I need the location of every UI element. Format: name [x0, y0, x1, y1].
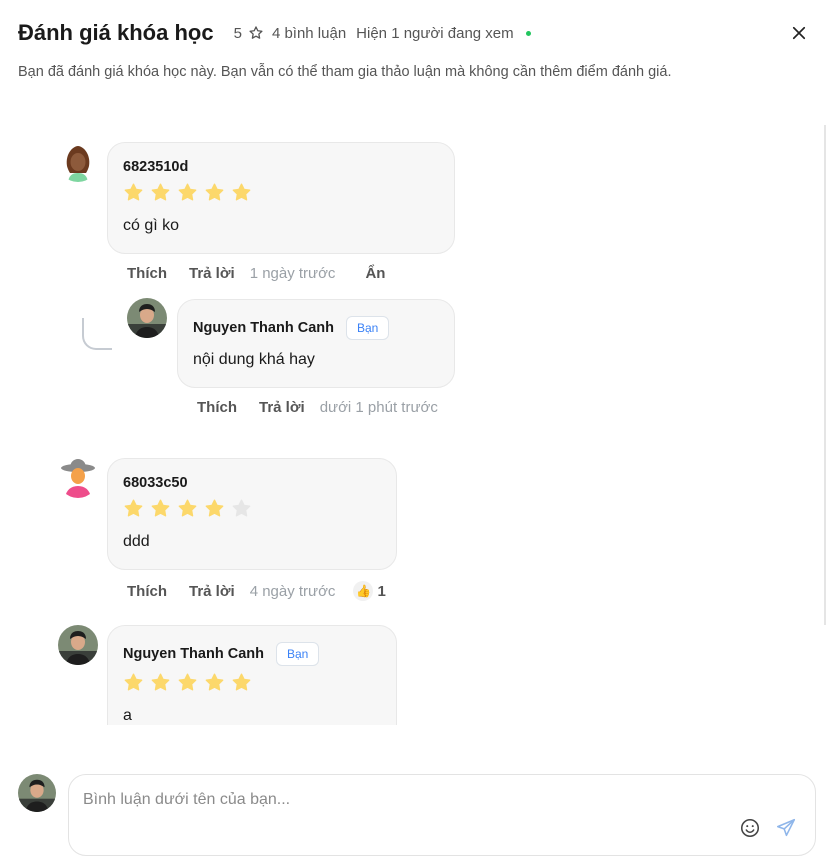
reply-actions: Thích Trả lời dưới 1 phút trước — [197, 399, 438, 416]
reply-button[interactable]: Trả lời — [189, 265, 235, 282]
star-rating — [123, 498, 252, 519]
star-filled-icon — [151, 673, 170, 691]
you-badge: Bạn — [346, 316, 390, 340]
star-filled-icon — [205, 183, 224, 201]
star-filled-icon — [178, 673, 197, 691]
review-meta: 5 4 bình luận Hiện 1 người đang xem — [234, 25, 531, 42]
comment-text: ddd — [123, 533, 150, 550]
star-filled-icon — [151, 183, 170, 201]
star-filled-icon — [178, 499, 197, 517]
star-outline-icon — [249, 26, 263, 39]
reply-text: nội dung khá hay — [193, 351, 315, 368]
avatar — [58, 142, 98, 182]
page-title: Đánh giá khóa học — [18, 20, 214, 45]
thread-connector — [82, 318, 112, 350]
comment-author[interactable]: 6823510d — [123, 159, 188, 175]
avatar — [58, 458, 98, 498]
star-rating — [123, 182, 252, 203]
star-filled-icon — [178, 183, 197, 201]
comment-composer — [68, 774, 816, 856]
star-filled-icon — [124, 499, 143, 517]
reply-button[interactable]: Trả lời — [259, 399, 305, 416]
comment-time: 1 ngày trước — [249, 265, 336, 282]
close-icon[interactable] — [790, 24, 808, 42]
review-notice: Bạn đã đánh giá khóa học này. Bạn vẫn có… — [18, 64, 672, 80]
hide-replies-button[interactable]: Ẩn — [365, 265, 385, 282]
comment-time: 4 ngày trước — [249, 582, 336, 600]
comment-actions: Thích Trả lời 1 ngày trước Ẩn — [127, 265, 385, 282]
star-empty-icon — [232, 499, 251, 517]
you-badge: Bạn — [276, 642, 320, 666]
send-icon[interactable] — [775, 817, 797, 839]
comment-list: 6823510d có gì ko Thích Trả lời 1 ngày t… — [0, 120, 828, 725]
avatar — [127, 298, 167, 338]
comment-count: 4 bình luận — [271, 24, 347, 42]
reaction-count: 1 — [377, 582, 386, 600]
like-button[interactable]: Thích — [127, 265, 167, 282]
comment-input[interactable] — [83, 791, 683, 809]
reaction-summary[interactable]: 👍 1 — [353, 581, 386, 601]
reply-time: dưới 1 phút trước — [319, 399, 438, 416]
thumbs-up-icon: 👍 — [353, 581, 374, 601]
rating-value: 5 — [233, 24, 242, 42]
star-filled-icon — [232, 183, 251, 201]
star-filled-icon — [232, 673, 251, 691]
star-filled-icon — [124, 673, 143, 691]
reply-author[interactable]: Nguyen Thanh Canh — [193, 320, 334, 336]
like-button[interactable]: Thích — [197, 399, 237, 416]
header: Đánh giá khóa học 5 4 bình luận Hiện 1 n… — [18, 20, 531, 46]
star-filled-icon — [205, 673, 224, 691]
reply-bubble — [177, 299, 455, 388]
viewer-count: Hiện 1 người đang xem — [356, 24, 514, 42]
like-button[interactable]: Thích — [127, 583, 167, 600]
comment-text: có gì ko — [123, 217, 180, 234]
star-filled-icon — [205, 499, 224, 517]
star-rating — [123, 672, 252, 693]
online-indicator — [525, 30, 531, 36]
reply-button[interactable]: Trả lời — [189, 583, 235, 600]
avatar — [58, 625, 98, 665]
star-filled-icon — [124, 183, 143, 201]
comment-text: a — [123, 707, 132, 724]
star-filled-icon — [151, 499, 170, 517]
comment-actions: Thích Trả lời 4 ngày trước 👍 1 — [127, 581, 386, 601]
current-user-avatar — [18, 774, 56, 812]
comment-author[interactable]: Nguyen Thanh Canh — [123, 646, 264, 662]
emoji-icon[interactable] — [739, 817, 761, 839]
comment-author[interactable]: 68033c50 — [123, 475, 188, 491]
